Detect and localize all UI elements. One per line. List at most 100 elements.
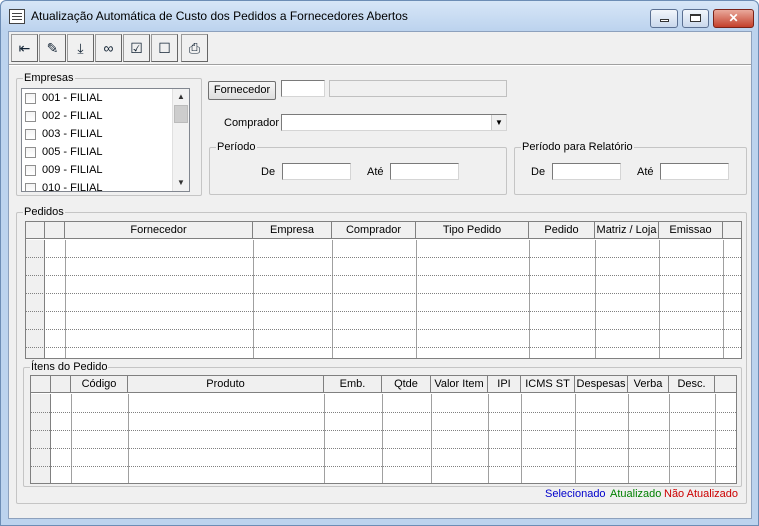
edit-button[interactable]: ✎ [39, 34, 66, 62]
relatorio-ate-input[interactable] [660, 163, 729, 180]
itens-grid-header: Código Produto Emb. Qtde Valor Item IPI … [31, 376, 736, 393]
scroll-up-icon[interactable]: ▲ [173, 89, 189, 105]
pedidos-group-title: Pedidos [23, 206, 65, 218]
list-item[interactable]: 001 - FILIAL [25, 90, 175, 108]
column-header-produto[interactable]: Produto [128, 376, 324, 393]
legend-atualizado: Atualizado [610, 488, 662, 500]
list-item[interactable]: 003 - FILIAL [25, 126, 175, 144]
legend-selecionado: Selecionado [545, 488, 606, 500]
empresas-scrollbar[interactable]: ▲ ▼ [172, 89, 189, 191]
checkbox[interactable] [25, 93, 36, 104]
main-window: Atualização Automática de Custo dos Pedi… [0, 0, 759, 526]
legend-nao-atualizado: Não Atualizado [664, 488, 738, 500]
itens-group: Ítens do Pedido Código Produto Emb. Qtde… [23, 361, 742, 487]
checkbox[interactable] [25, 147, 36, 158]
title-bar[interactable]: Atualização Automática de Custo dos Pedi… [1, 1, 758, 31]
exit-icon: ⇤ [18, 39, 31, 56]
column-header-qtde[interactable]: Qtde [382, 376, 431, 393]
scroll-thumb[interactable] [174, 105, 188, 123]
pedidos-grid-header: Fornecedor Empresa Comprador Tipo Pedido… [26, 222, 741, 239]
minimize-icon [659, 19, 669, 22]
binoculars-icon: ∞ [103, 40, 114, 56]
table-row[interactable] [26, 257, 741, 258]
table-row[interactable] [31, 466, 736, 467]
check-all-icon: ☑ [130, 39, 143, 56]
pedidos-group: Pedidos Fornecedor Empresa Comprador Tip… [16, 206, 747, 504]
table-row[interactable] [26, 275, 741, 276]
table-row[interactable] [26, 347, 741, 348]
table-row[interactable] [31, 448, 736, 449]
itens-grid[interactable]: Código Produto Emb. Qtde Valor Item IPI … [30, 375, 737, 484]
table-row[interactable] [31, 430, 736, 431]
periodo-group-title: Período [216, 141, 257, 153]
pencil-icon: ✎ [46, 39, 59, 56]
checkbox[interactable] [25, 165, 36, 176]
fornecedor-button[interactable]: Fornecedor [208, 81, 276, 100]
column-header-valor-item[interactable]: Valor Item [431, 376, 488, 393]
itens-group-title: Ítens do Pedido [30, 361, 109, 373]
scroll-down-icon[interactable]: ▼ [173, 175, 189, 191]
periodo-de-label: De [261, 166, 276, 178]
toolbar-divider [9, 64, 751, 66]
search-button[interactable]: ∞ [95, 34, 122, 62]
periodo-ate-input[interactable] [390, 163, 459, 180]
close-button[interactable]: ✕ [713, 9, 754, 28]
checkbox[interactable] [25, 129, 36, 140]
minimize-button[interactable] [650, 9, 678, 28]
checkbox[interactable] [25, 183, 36, 191]
save-button[interactable]: ⤓ [67, 34, 94, 62]
column-header-desc[interactable]: Desc. [669, 376, 715, 393]
chevron-down-icon[interactable]: ▼ [491, 115, 506, 130]
fornecedor-code-input[interactable] [281, 80, 325, 97]
uncheck-all-icon: ☐ [158, 39, 171, 56]
table-row[interactable] [31, 412, 736, 413]
column-header-ipi[interactable]: IPI [488, 376, 521, 393]
column-header-despesas[interactable]: Despesas [575, 376, 628, 393]
periodo-de-input[interactable] [282, 163, 351, 180]
close-icon: ✕ [728, 11, 739, 25]
column-header-codigo[interactable]: Código [71, 376, 128, 393]
pedidos-grid[interactable]: Fornecedor Empresa Comprador Tipo Pedido… [25, 221, 742, 359]
form-client-area: ⇤ ✎ ⤓ ∞ ☑ ☐ ⎙ Empresas 001 - FILIAL 002 … [8, 31, 752, 519]
column-header-pedido[interactable]: Pedido [529, 222, 595, 239]
comprador-select[interactable]: ▼ [281, 114, 507, 131]
printer-icon: ⎙ [188, 39, 201, 56]
empresas-listbox[interactable]: 001 - FILIAL 002 - FILIAL 003 - FILIAL 0… [21, 88, 190, 192]
relatorio-de-input[interactable] [552, 163, 621, 180]
checkbox[interactable] [25, 111, 36, 122]
periodo-group: Período De Até [209, 141, 507, 195]
column-header-emb[interactable]: Emb. [324, 376, 382, 393]
periodo-ate-label: Até [367, 166, 384, 178]
table-row[interactable] [26, 329, 741, 330]
column-header-emissao[interactable]: Emissao [659, 222, 723, 239]
list-item[interactable]: 009 - FILIAL [25, 162, 175, 180]
list-item[interactable]: 010 - FILIAL [25, 180, 175, 191]
column-header-icms-st[interactable]: ICMS ST [521, 376, 575, 393]
empresas-group-title: Empresas [23, 72, 75, 84]
column-header-verba[interactable]: Verba [628, 376, 669, 393]
fornecedor-name-field [329, 80, 507, 97]
column-header-empresa[interactable]: Empresa [253, 222, 332, 239]
uncheck-all-button[interactable]: ☐ [151, 34, 178, 62]
list-item[interactable]: 002 - FILIAL [25, 108, 175, 126]
column-header-comprador[interactable]: Comprador [332, 222, 416, 239]
check-all-button[interactable]: ☑ [123, 34, 150, 62]
maximize-button[interactable] [682, 9, 709, 28]
empresas-group: Empresas 001 - FILIAL 002 - FILIAL 003 -… [16, 72, 202, 196]
comprador-label: Comprador [224, 117, 280, 129]
row-indicator-column [31, 394, 51, 483]
column-header-fornecedor[interactable]: Fornecedor [65, 222, 253, 239]
table-row[interactable] [26, 293, 741, 294]
exit-button[interactable]: ⇤ [11, 34, 38, 62]
form-icon [9, 9, 25, 24]
save-download-icon: ⤓ [77, 39, 84, 56]
print-button[interactable]: ⎙ [181, 34, 208, 62]
column-header-tipo-pedido[interactable]: Tipo Pedido [416, 222, 529, 239]
relatorio-de-label: De [531, 166, 546, 178]
periodo-relatorio-group-title: Período para Relatório [521, 141, 634, 153]
maximize-icon [690, 14, 701, 22]
list-item[interactable]: 005 - FILIAL [25, 144, 175, 162]
window-title: Atualização Automática de Custo dos Pedi… [31, 9, 408, 23]
column-header-matriz-loja[interactable]: Matriz / Loja [595, 222, 659, 239]
table-row[interactable] [26, 311, 741, 312]
